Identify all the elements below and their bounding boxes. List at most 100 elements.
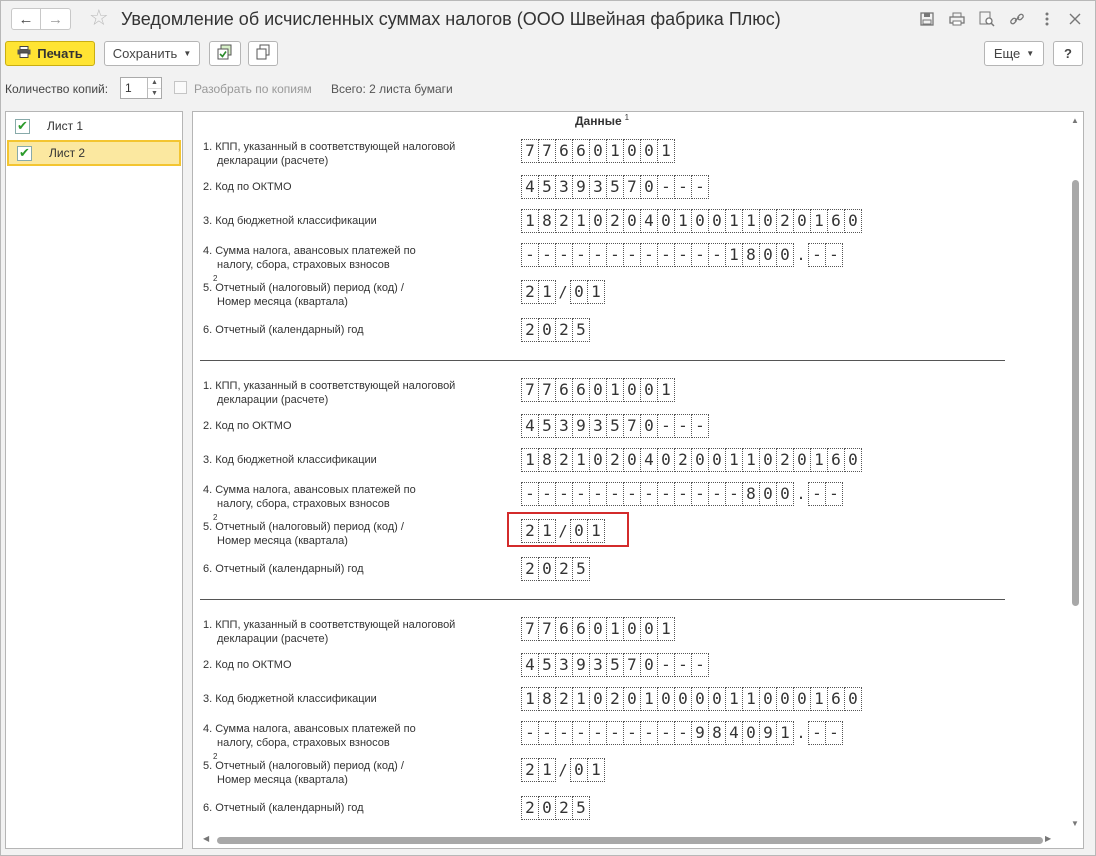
link-icon[interactable] [1007, 9, 1027, 29]
copy-button[interactable] [248, 41, 278, 66]
cell-group: 776601001 [521, 377, 675, 402]
save-disk-icon[interactable] [917, 9, 937, 29]
spin-down-icon[interactable]: ▼ [148, 87, 161, 99]
digit-cell: 0 [742, 720, 760, 745]
period-cells: 2 1/0 1 [521, 518, 605, 543]
checkbox-checked-icon[interactable]: ✔ [17, 145, 32, 161]
digit-cell: - [674, 174, 692, 199]
digit-cell: - [538, 242, 556, 267]
horizontal-scrollbar[interactable]: ◀ ▶ [195, 834, 1067, 846]
field-label-line: 4. Сумма налога, авансовых платежей по [203, 245, 416, 257]
horizontal-scroll-thumb[interactable] [217, 837, 1043, 844]
digit-cell: 1 [538, 279, 556, 304]
digit-cell: - [691, 174, 709, 199]
digit-cell: 0 [589, 686, 607, 711]
field-label-line: 2. Код по ОКТМО [203, 420, 292, 432]
digit-cell: 0 [623, 686, 641, 711]
digit-cell: 1 [606, 377, 624, 402]
back-button[interactable]: ← [11, 8, 41, 30]
field-label: 3. Код бюджетной классификации [203, 453, 377, 467]
digit-cell: 6 [572, 377, 590, 402]
digit-cell: - [657, 174, 675, 199]
checkbox-checked-icon[interactable]: ✔ [15, 118, 30, 134]
digit-cell: 0 [759, 208, 777, 233]
digit-cell: 2 [555, 795, 573, 820]
digit-cell: 0 [640, 174, 658, 199]
digit-cell: - [623, 242, 641, 267]
field-label-line: 5. Отчетный (налоговый) период (код) / [203, 521, 404, 533]
separator: / [558, 521, 568, 540]
digit-cell: 3 [589, 174, 607, 199]
spin-up-icon[interactable]: ▲ [148, 78, 161, 88]
year-cells: 2025 [521, 556, 590, 581]
digit-cell: 8 [538, 208, 556, 233]
field-label-line: налогу, сбора, страховых взносов [217, 498, 390, 510]
digit-cell: - [572, 481, 590, 506]
digit-cell: - [808, 481, 826, 506]
copy-green-icon [217, 44, 233, 63]
copy-to-clipboard-button[interactable] [209, 41, 241, 66]
period-cells: 2 1/0 1 [521, 757, 605, 782]
vertical-scrollbar[interactable]: ▲ ▼ [1069, 114, 1081, 832]
digit-cell: 0 [759, 686, 777, 711]
scroll-left-icon[interactable]: ◀ [203, 834, 209, 843]
close-icon[interactable] [1065, 9, 1085, 29]
cell-group: 45393570--- [521, 413, 709, 438]
preview-icon[interactable] [977, 9, 997, 29]
digit-cell: - [691, 242, 709, 267]
favorite-star-icon[interactable]: ☆ [89, 6, 109, 30]
digit-cell: 1 [742, 686, 760, 711]
more-vertical-icon[interactable] [1037, 9, 1057, 29]
digit-cell: 1 [742, 447, 760, 472]
separator: . [796, 245, 806, 264]
separator: . [796, 484, 806, 503]
digit-cell: 8 [742, 481, 760, 506]
printer-icon[interactable] [947, 9, 967, 29]
vertical-scroll-thumb[interactable] [1072, 180, 1079, 606]
digit-cell: 4 [640, 208, 658, 233]
digit-cell: - [674, 413, 692, 438]
field-label: 5. Отчетный (налоговый) период (код) / Но… [203, 520, 404, 548]
collate-checkbox[interactable] [174, 81, 187, 94]
copies-stepper[interactable]: 1 ▲ ▼ [120, 77, 162, 99]
digit-cell: - [555, 242, 573, 267]
scroll-down-icon[interactable]: ▼ [1071, 819, 1079, 828]
digit-cell: - [589, 720, 607, 745]
copies-value[interactable]: 1 [121, 78, 147, 98]
digit-cell: 6 [572, 616, 590, 641]
digit-cell: 1 [606, 616, 624, 641]
more-button[interactable]: Еще ▼ [984, 41, 1044, 66]
digit-cell: - [606, 481, 624, 506]
sheet-item-selected[interactable]: ✔ Лист 2 [7, 140, 181, 166]
cell-group: -- [808, 242, 843, 267]
copies-spin[interactable]: ▲ ▼ [147, 78, 161, 98]
digit-cell: 0 [640, 652, 658, 677]
digit-cell: 2 [606, 208, 624, 233]
cell-group: -- [808, 720, 843, 745]
data-header-text: Данные [575, 114, 622, 128]
cell-group: 21 [521, 518, 556, 543]
separator: . [796, 723, 806, 742]
cell-group: 45393570--- [521, 174, 709, 199]
cell-group: 18210201000011000160 [521, 686, 862, 711]
digit-cell: - [555, 481, 573, 506]
scroll-up-icon[interactable]: ▲ [1071, 116, 1079, 125]
field-label: 1. КПП, указанный в соответствующей нало… [203, 379, 455, 407]
scroll-right-icon[interactable]: ▶ [1045, 834, 1051, 843]
digit-cell: 0 [623, 138, 641, 163]
digit-cell: 0 [776, 481, 794, 506]
digit-cell: 2 [776, 208, 794, 233]
field-label: 1. КПП, указанный в соответствующей нало… [203, 140, 455, 168]
field-label-line: 6. Отчетный (календарный) год [203, 324, 364, 336]
forward-button[interactable]: → [41, 8, 71, 30]
save-dropdown-button[interactable]: Сохранить ▼ [104, 41, 200, 66]
field-label-line: налогу, сбора, страховых взносов [217, 259, 390, 271]
digit-cell: 1 [742, 208, 760, 233]
field-label-line: 6. Отчетный (календарный) год [203, 802, 364, 814]
help-button[interactable]: ? [1053, 41, 1083, 66]
sheet-item[interactable]: ✔ Лист 1 [7, 113, 181, 139]
digit-cell: 6 [827, 208, 845, 233]
cell-group: 01 [570, 279, 605, 304]
print-button[interactable]: Печать [5, 41, 95, 66]
digit-cell: - [808, 720, 826, 745]
